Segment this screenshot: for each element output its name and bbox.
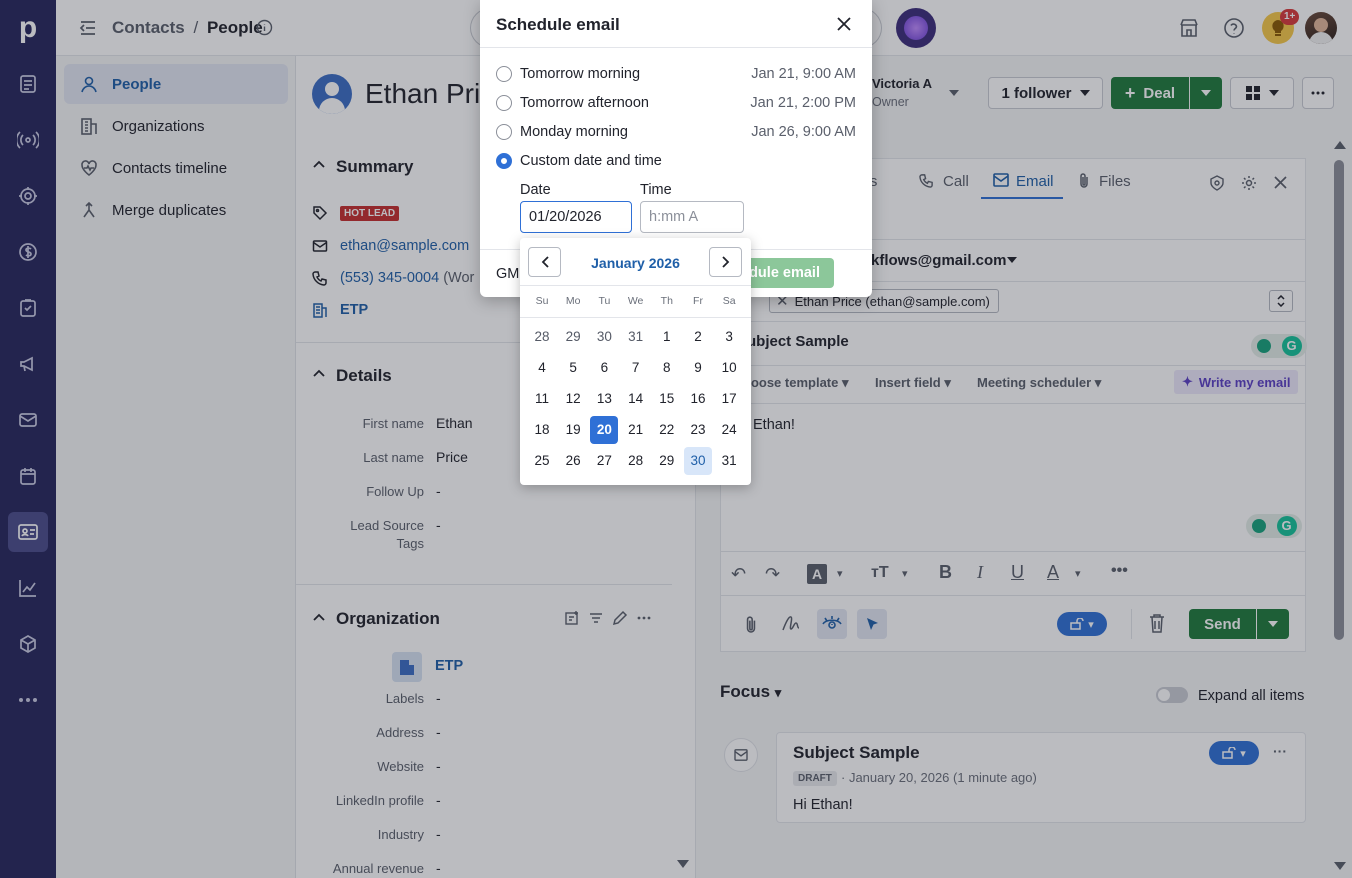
- calendar-day[interactable]: 2: [684, 323, 712, 351]
- radio-custom-date-time[interactable]: [496, 153, 512, 169]
- calendar-day[interactable]: 30: [590, 323, 618, 351]
- next-month-button[interactable]: [709, 247, 742, 277]
- weekday-label: Sa: [722, 295, 736, 307]
- calendar-day[interactable]: 12: [559, 385, 587, 413]
- calendar-day[interactable]: 31: [715, 447, 743, 475]
- option-label[interactable]: Monday morning: [520, 124, 628, 140]
- divider: [520, 317, 751, 318]
- dialog-title: Schedule email: [496, 15, 620, 34]
- calendar-day[interactable]: 13: [590, 385, 618, 413]
- calendar-day[interactable]: 15: [653, 385, 681, 413]
- calendar-day[interactable]: 22: [653, 416, 681, 444]
- option-time: Jan 21, 2:00 PM: [750, 95, 856, 111]
- calendar-day[interactable]: 17: [715, 385, 743, 413]
- calendar-day[interactable]: 23: [684, 416, 712, 444]
- option-label[interactable]: Tomorrow morning: [520, 66, 640, 82]
- calendar-day[interactable]: 25: [528, 447, 556, 475]
- divider: [480, 47, 872, 48]
- date-picker-calendar: January 2026 Su Mo Tu We Th Fr Sa 28 29 30 31 1 2 3 4…: [520, 238, 751, 485]
- calendar-day[interactable]: 24: [715, 416, 743, 444]
- divider: [520, 285, 751, 286]
- weekday-label: Tu: [598, 295, 611, 307]
- calendar-day[interactable]: 30: [684, 447, 712, 475]
- calendar-day[interactable]: 29: [653, 447, 681, 475]
- time-label: Time: [640, 182, 672, 198]
- calendar-day[interactable]: 16: [684, 385, 712, 413]
- calendar-day[interactable]: 8: [653, 354, 681, 382]
- calendar-day[interactable]: 4: [528, 354, 556, 382]
- option-time: Jan 21, 9:00 AM: [751, 66, 856, 82]
- time-input[interactable]: h:mm A: [640, 201, 744, 233]
- calendar-day[interactable]: 19: [559, 416, 587, 444]
- calendar-day[interactable]: 28: [528, 323, 556, 351]
- chevron-right-icon: [721, 256, 729, 268]
- calendar-day[interactable]: 27: [590, 447, 618, 475]
- option-label[interactable]: Custom date and time: [520, 153, 662, 169]
- option-label[interactable]: Tomorrow afternoon: [520, 95, 649, 111]
- calendar-day[interactable]: 3: [715, 323, 743, 351]
- calendar-day[interactable]: 20: [590, 416, 619, 444]
- date-input[interactable]: 01/20/2026: [520, 201, 632, 233]
- calendar-day[interactable]: 1: [653, 323, 681, 351]
- weekday-label: Fr: [693, 295, 703, 307]
- calendar-day[interactable]: 28: [622, 447, 650, 475]
- calendar-day[interactable]: 21: [622, 416, 650, 444]
- calendar-day[interactable]: 10: [715, 354, 743, 382]
- close-icon[interactable]: [837, 17, 851, 31]
- weekday-label: Th: [660, 295, 673, 307]
- calendar-day[interactable]: 29: [559, 323, 587, 351]
- calendar-day[interactable]: 7: [622, 354, 650, 382]
- calendar-day[interactable]: 5: [559, 354, 587, 382]
- calendar-day[interactable]: 11: [528, 385, 556, 413]
- calendar-day[interactable]: 31: [622, 323, 650, 351]
- option-time: Jan 26, 9:00 AM: [751, 124, 856, 140]
- radio-monday-morning[interactable]: [496, 124, 512, 140]
- timezone-text: GM: [496, 266, 520, 282]
- calendar-day[interactable]: 18: [528, 416, 556, 444]
- radio-tomorrow-morning[interactable]: [496, 66, 512, 82]
- date-label: Date: [520, 182, 551, 198]
- calendar-day[interactable]: 14: [622, 385, 650, 413]
- weekday-label: Su: [535, 295, 549, 307]
- calendar-day[interactable]: 26: [559, 447, 587, 475]
- radio-tomorrow-afternoon[interactable]: [496, 95, 512, 111]
- calendar-day[interactable]: 6: [590, 354, 618, 382]
- weekday-label: Mo: [565, 295, 581, 307]
- calendar-day[interactable]: 9: [684, 354, 712, 382]
- weekday-label: We: [627, 295, 644, 307]
